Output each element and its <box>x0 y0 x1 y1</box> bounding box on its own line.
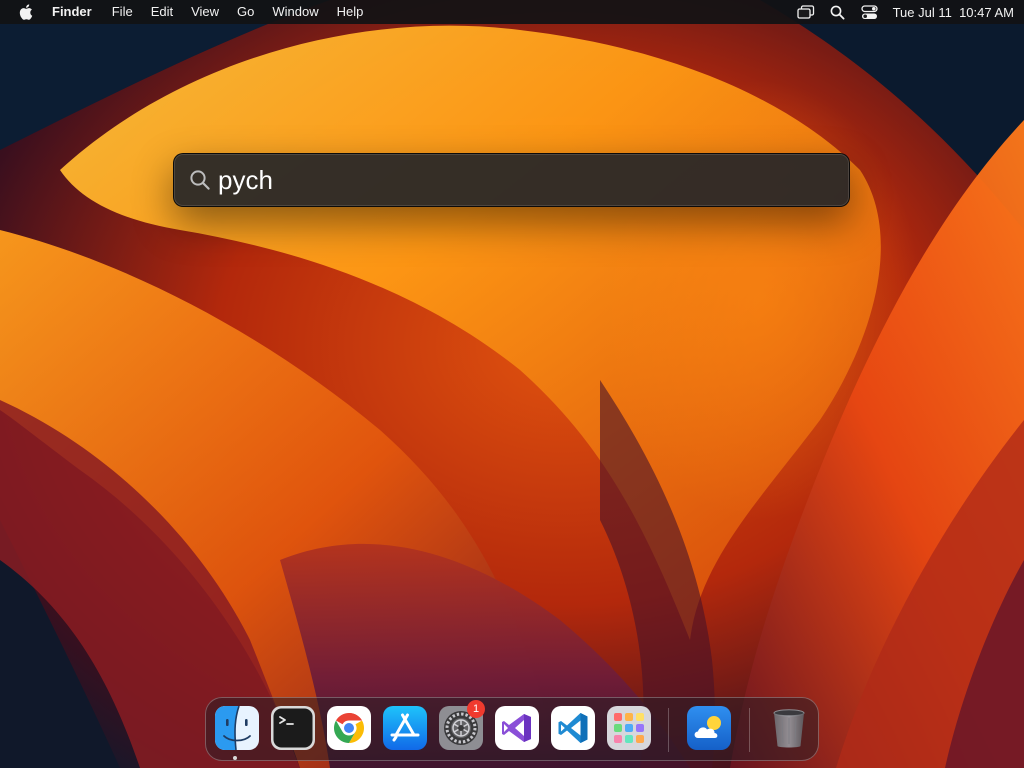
dock-item-weather[interactable] <box>687 706 731 750</box>
notification-badge: 1 <box>467 700 485 718</box>
menu-file[interactable]: File <box>112 0 133 24</box>
control-center-icon[interactable] <box>861 3 879 21</box>
app-store-icon <box>383 706 427 750</box>
desktop-wallpaper <box>0 0 1024 768</box>
chrome-icon <box>327 706 371 750</box>
trash-icon <box>773 709 805 748</box>
menubar-clock[interactable]: Tue Jul 11 10:47 AM <box>893 5 1014 20</box>
spotlight-input[interactable] <box>218 160 849 200</box>
dock-separator <box>749 708 750 752</box>
dock-item-system-settings[interactable]: 1 <box>439 700 485 750</box>
menu-view[interactable]: View <box>191 0 219 24</box>
finder-icon <box>215 706 259 750</box>
spotlight-search-bar[interactable] <box>173 153 850 207</box>
dock-item-launchpad[interactable] <box>607 706 651 750</box>
screen-mirroring-icon[interactable] <box>796 3 815 21</box>
dock: 1 <box>205 697 819 761</box>
dock-item-vscode[interactable] <box>551 706 595 750</box>
menu-help[interactable]: Help <box>337 0 364 24</box>
dock-item-trash[interactable] <box>767 706 811 750</box>
running-indicator <box>233 756 237 760</box>
apple-logo-icon[interactable] <box>18 4 34 20</box>
dock-item-app-store[interactable] <box>383 706 427 750</box>
dock-separator <box>668 708 669 752</box>
dock-item-terminal[interactable] <box>271 706 315 750</box>
menu-window[interactable]: Window <box>272 0 318 24</box>
search-icon <box>188 168 212 192</box>
dock-item-finder[interactable] <box>215 706 259 750</box>
dock-item-visual-studio[interactable] <box>495 706 539 750</box>
vscode-icon <box>551 706 595 750</box>
dock-item-chrome[interactable] <box>327 706 371 750</box>
menu-go[interactable]: Go <box>237 0 254 24</box>
menu-finder[interactable]: Finder <box>52 0 92 24</box>
weather-icon <box>687 706 731 750</box>
terminal-icon <box>271 706 315 750</box>
search-icon[interactable] <box>829 3 847 21</box>
menu-edit[interactable]: Edit <box>151 0 173 24</box>
menu-bar: Finder File Edit View Go Window Help Tue… <box>0 0 1024 24</box>
visual-studio-icon <box>495 706 539 750</box>
launchpad-icon <box>607 706 651 750</box>
